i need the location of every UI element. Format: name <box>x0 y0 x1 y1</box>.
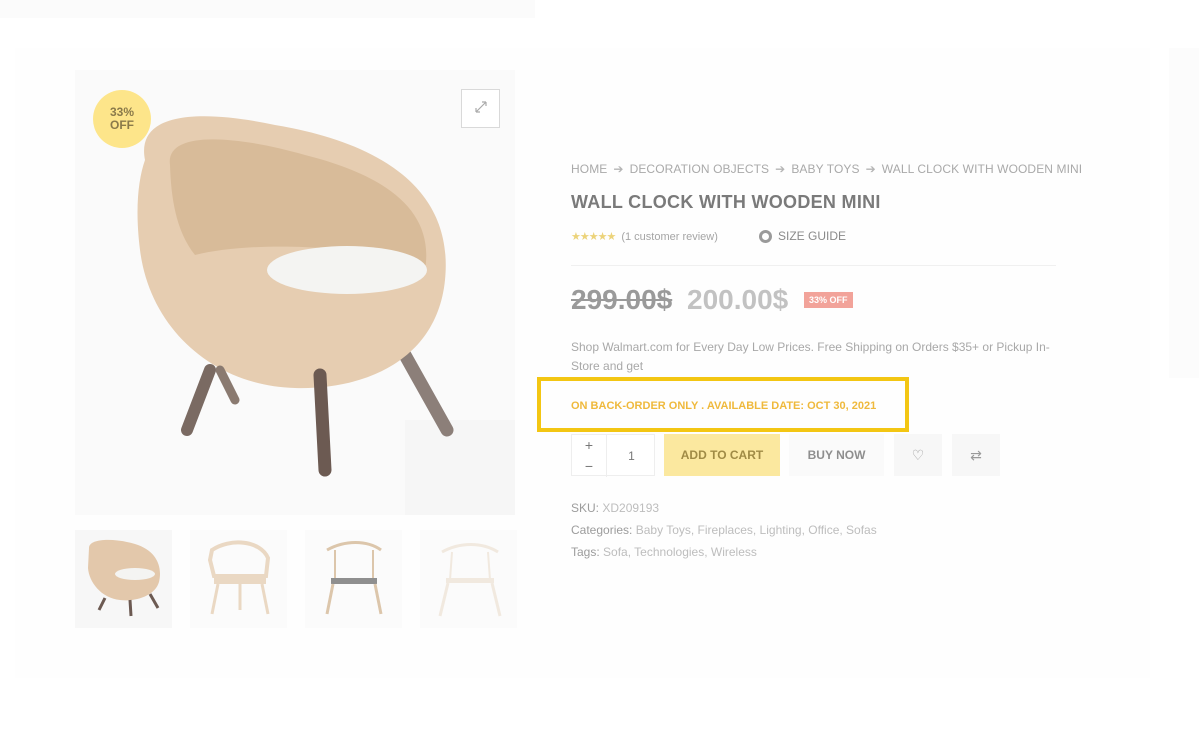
backorder-notice: ON BACK-ORDER ONLY . AVAILABLE DATE: OCT… <box>571 400 877 412</box>
add-to-cart-button[interactable]: ADD TO CART <box>664 434 780 476</box>
sku-label: SKU: <box>571 501 600 515</box>
thumbnail-3[interactable] <box>305 530 402 628</box>
breadcrumb-decoration-objects[interactable]: DECORATION OBJECTS <box>630 162 770 176</box>
breadcrumb-separator: ➔ <box>775 162 786 176</box>
compare-button[interactable]: ⇄ <box>952 434 1000 476</box>
breadcrumb: HOME ➔ DECORATION OBJECTS ➔ BABY TOYS ➔ WALL C… <box>571 162 1082 176</box>
top-bar-strip <box>0 0 535 18</box>
product-tags: Tags: Sofa, Technologies, Wireless <box>571 545 757 559</box>
buy-now-button[interactable]: BUY NOW <box>789 434 884 476</box>
sale-price: 200.00$ <box>687 284 789 315</box>
short-description: Shop Walmart.com for Every Day Low Price… <box>571 340 1050 373</box>
thumbnail-2[interactable] <box>190 530 287 628</box>
breadcrumb-current: WALL CLOCK WITH WOODEN MINI <box>881 162 1083 176</box>
discount-badge: 33% OFF <box>804 292 853 308</box>
badge-off: OFF <box>110 118 134 132</box>
review-count-link[interactable]: (1 customer review) <box>621 231 718 243</box>
expand-icon <box>474 100 488 117</box>
breadcrumb-baby-toys[interactable]: BABY TOYS <box>791 162 859 176</box>
categories-links[interactable]: Baby Toys, Fireplaces, Lighting, Office,… <box>636 523 877 537</box>
quantity-increase-button[interactable]: + <box>572 435 606 456</box>
tags-links[interactable]: Sofa, Technologies, Wireless <box>603 545 757 559</box>
summary-divider <box>571 265 1056 266</box>
quantity-decrease-button[interactable]: − <box>572 456 606 477</box>
regular-price: 299.00$ <box>571 284 673 315</box>
product-rating: ★★★★★ (1 customer review) <box>571 230 718 243</box>
thumbnail-4[interactable] <box>420 530 517 628</box>
thumbnail-1[interactable] <box>75 530 172 628</box>
breadcrumb-separator: ➔ <box>613 162 624 176</box>
compare-arrows-icon: ⇄ <box>970 447 982 463</box>
size-guide-link[interactable]: SIZE GUIDE <box>759 229 846 243</box>
zoom-button[interactable] <box>461 89 500 128</box>
product-categories: Categories: Baby Toys, Fireplaces, Light… <box>571 523 877 537</box>
breadcrumb-home[interactable]: HOME <box>571 162 607 176</box>
tags-label: Tags: <box>571 545 600 559</box>
product-sku: SKU: XD209193 <box>571 501 659 515</box>
right-edge-strip <box>1169 48 1199 378</box>
sale-percent-badge: 33% OFF <box>93 90 151 148</box>
size-guide-label: SIZE GUIDE <box>778 229 847 243</box>
product-title: WALL CLOCK WITH WOODEN MINI <box>571 192 881 212</box>
heart-icon: ♡ <box>911 447 925 463</box>
sku-value: XD209193 <box>602 501 660 515</box>
wishlist-button[interactable]: ♡ <box>894 434 942 476</box>
breadcrumb-separator: ➔ <box>865 162 876 176</box>
ruler-tape-icon <box>759 229 772 243</box>
categories-label: Categories: <box>571 523 633 537</box>
quantity-input[interactable]: 1 <box>606 435 656 477</box>
rating-stars: ★★★★★ <box>571 231 616 243</box>
quantity-stepper: + − 1 <box>571 434 656 477</box>
